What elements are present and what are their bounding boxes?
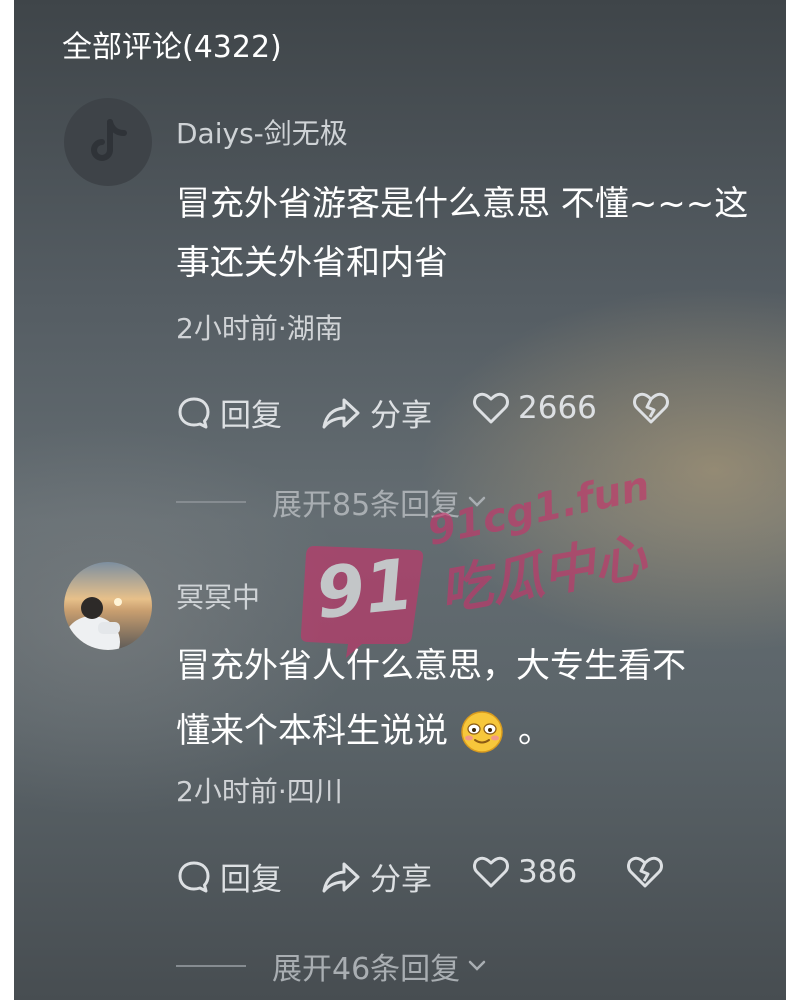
username[interactable]: Daiys-剑无极 xyxy=(176,112,348,152)
chevron-down-icon xyxy=(468,496,486,507)
comment-meta: 2小时前·湖南 xyxy=(176,312,343,345)
broken-heart-icon xyxy=(627,856,663,888)
avatar[interactable] xyxy=(64,98,152,186)
divider-line xyxy=(176,501,246,503)
reply-label: 回复 xyxy=(220,862,282,898)
expand-replies-button[interactable]: 展开46条回复 xyxy=(176,944,490,988)
comment-meta: 2小时前·四川 xyxy=(176,775,343,808)
comment-text-line: 冒充外省游客是什么意思 不懂~~~这 xyxy=(176,184,749,224)
heart-icon xyxy=(473,856,509,888)
reply-label: 回复 xyxy=(220,398,282,434)
comment-text-end: 。 xyxy=(518,711,552,751)
divider-line xyxy=(176,965,246,967)
smiling-face-emoji-icon xyxy=(461,710,503,753)
expand-replies-button[interactable]: 展开85条回复 xyxy=(176,480,490,524)
share-label: 分享 xyxy=(370,862,432,898)
comments-panel: 全部评论(4322) Daiys-剑无极 冒充外省游客是什么意思 不懂~~~这 … xyxy=(14,0,786,1000)
expand-replies-label: 展开46条回复 xyxy=(272,952,461,987)
username[interactable]: 冥冥中 xyxy=(176,576,260,616)
avatar[interactable] xyxy=(64,562,152,650)
chevron-down-icon xyxy=(468,960,486,971)
dislike-button[interactable] xyxy=(632,390,678,426)
like-count: 2666 xyxy=(518,390,597,426)
comment-bubble-icon xyxy=(178,861,210,892)
dislike-button[interactable] xyxy=(626,854,672,890)
watermark-name: 吃瓜中心 xyxy=(435,527,651,623)
share-button[interactable]: 分享 xyxy=(320,390,432,435)
share-button[interactable]: 分享 xyxy=(320,854,432,899)
comment-text-line: 冒充外省人什么意思，大专生看不 xyxy=(176,646,686,686)
share-arrow-icon xyxy=(322,398,360,428)
comments-header-title: 全部评论(4322) xyxy=(62,30,282,65)
reply-button[interactable]: 回复 xyxy=(176,854,282,899)
like-count: 386 xyxy=(518,854,578,890)
comment-text-line: 懂来个本科生说说 。 xyxy=(176,702,552,761)
share-arrow-icon xyxy=(322,862,360,892)
watermark-number: 91 xyxy=(311,543,418,635)
avatar-photo xyxy=(64,562,152,650)
comment-text-line: 事还关外省和内省 xyxy=(176,243,448,283)
tiktok-logo-icon xyxy=(91,119,127,161)
heart-icon xyxy=(473,392,509,424)
like-button[interactable]: 2666 xyxy=(472,390,597,426)
comment-text: 懂来个本科生说说 xyxy=(176,711,448,751)
expand-replies-label: 展开85条回复 xyxy=(272,488,461,523)
share-label: 分享 xyxy=(370,398,432,434)
reply-button[interactable]: 回复 xyxy=(176,390,282,435)
comment-bubble-icon xyxy=(178,397,210,428)
like-button[interactable]: 386 xyxy=(472,854,577,890)
broken-heart-icon xyxy=(633,392,669,424)
